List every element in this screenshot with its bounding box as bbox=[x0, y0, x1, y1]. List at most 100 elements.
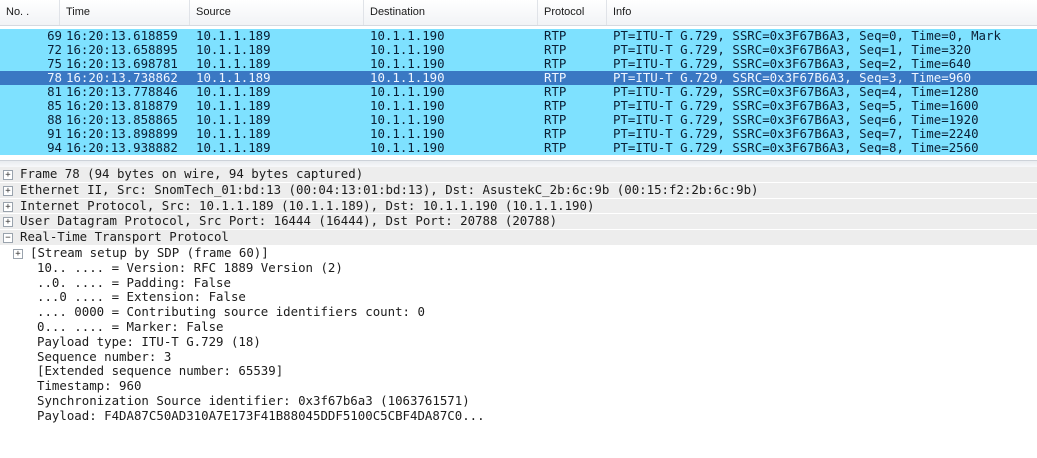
tree-item[interactable]: + Frame 78 (94 bytes on wire, 94 bytes ca… bbox=[0, 166, 1037, 183]
packet-time: 16:20:13.778846 bbox=[66, 84, 178, 99]
packet-row[interactable]: 75 16:20:13.698781 10.1.1.189 10.1.1.190 RTP… bbox=[0, 57, 1037, 71]
packet-row[interactable]: 94 16:20:13.938882 10.1.1.189 10.1.1.190 RTP… bbox=[0, 141, 1037, 155]
tree-item-text: Synchronization Source identifier: 0x3f6… bbox=[37, 392, 470, 408]
packet-source: 10.1.1.189 bbox=[196, 70, 271, 85]
packet-info: PT=ITU-T G.729, SSRC=0x3F67B6A3, Seq=5, … bbox=[613, 98, 979, 113]
packet-destination: 10.1.1.190 bbox=[370, 84, 445, 99]
tree-item[interactable]: − Real-Time Transport Protocol bbox=[0, 229, 1037, 246]
tree-item[interactable]: + User Datagram Protocol, Src Port: 16444… bbox=[0, 213, 1037, 231]
packet-details-tree[interactable]: + Frame 78 (94 bytes on wire, 94 bytes ca… bbox=[0, 166, 1037, 424]
packet-destination: 10.1.1.190 bbox=[370, 70, 445, 85]
column-header-no[interactable]: No. . bbox=[0, 0, 60, 25]
packet-row[interactable]: 85 16:20:13.818879 10.1.1.189 10.1.1.190 RTP… bbox=[0, 99, 1037, 113]
tree-subitem[interactable]: 10.. .... = Version: RFC 1889 Version (2… bbox=[0, 259, 1037, 276]
tree-subitem[interactable]: Payload type: ITU-T G.729 (18) bbox=[0, 333, 1037, 350]
column-header-source[interactable]: Source bbox=[190, 0, 364, 25]
tree-item-text: ...0 .... = Extension: False bbox=[37, 289, 246, 305]
packet-protocol: RTP bbox=[544, 84, 567, 99]
tree-subitem[interactable]: [Extended sequence number: 65539] bbox=[0, 364, 1037, 379]
tree-item-text: Payload: F4DA87C50AD310A7E173F41B88045DD… bbox=[37, 407, 485, 423]
packet-time: 16:20:13.938882 bbox=[66, 140, 178, 155]
packet-time: 16:20:13.618859 bbox=[66, 28, 178, 43]
tree-item-text: .... 0000 = Contributing source identifi… bbox=[37, 304, 425, 320]
column-header-destination[interactable]: Destination bbox=[364, 0, 538, 25]
packet-row[interactable]: 88 16:20:13.858865 10.1.1.189 10.1.1.190 RTP… bbox=[0, 113, 1037, 127]
packet-no: 91 bbox=[47, 126, 62, 141]
column-header-info[interactable]: Info bbox=[607, 0, 1037, 25]
tree-item-text: Ethernet II, Src: SnomTech_01:bd:13 (00:… bbox=[20, 181, 759, 197]
packet-no: 81 bbox=[47, 84, 62, 99]
packet-source: 10.1.1.189 bbox=[196, 84, 271, 99]
tree-item-text: 0... .... = Marker: False bbox=[37, 318, 224, 334]
tree-item-text: User Datagram Protocol, Src Port: 16444 … bbox=[20, 213, 558, 229]
packet-destination: 10.1.1.190 bbox=[370, 126, 445, 141]
tree-subitem[interactable]: ..0. .... = Padding: False bbox=[0, 275, 1037, 291]
tree-item-text: Sequence number: 3 bbox=[37, 348, 172, 364]
plus-icon[interactable]: + bbox=[3, 170, 13, 180]
packet-no: 78 bbox=[47, 70, 62, 85]
plus-icon[interactable]: + bbox=[3, 217, 13, 228]
tree-item-text: Frame 78 (94 bytes on wire, 94 bytes cap… bbox=[20, 166, 364, 181]
packet-row[interactable]: 72 16:20:13.658895 10.1.1.189 10.1.1.190 RTP… bbox=[0, 43, 1037, 57]
tree-item-text: [Extended sequence number: 65539] bbox=[37, 363, 284, 379]
packet-protocol: RTP bbox=[544, 98, 567, 113]
column-header-protocol[interactable]: Protocol bbox=[538, 0, 607, 25]
packet-protocol: RTP bbox=[544, 112, 567, 127]
packet-source: 10.1.1.189 bbox=[196, 42, 271, 57]
packet-source: 10.1.1.189 bbox=[196, 98, 271, 113]
tree-item[interactable]: + Internet Protocol, Src: 10.1.1.189 (10.… bbox=[0, 197, 1037, 215]
packet-no: 72 bbox=[47, 42, 62, 57]
tree-subitem[interactable]: + [Stream setup by SDP (frame 60)] bbox=[0, 244, 1037, 261]
packet-destination: 10.1.1.190 bbox=[370, 42, 445, 57]
tree-item-text: 10.. .... = Version: RFC 1889 Version (2… bbox=[37, 259, 343, 275]
packet-row[interactable]: 69 16:20:13.618859 10.1.1.189 10.1.1.190 RTP… bbox=[0, 29, 1037, 43]
packet-info: PT=ITU-T G.729, SSRC=0x3F67B6A3, Seq=3, … bbox=[613, 70, 972, 85]
packet-source: 10.1.1.189 bbox=[196, 112, 271, 127]
packet-info: PT=ITU-T G.729, SSRC=0x3F67B6A3, Seq=8, … bbox=[613, 140, 979, 155]
tree-subitem[interactable]: .... 0000 = Contributing source identifi… bbox=[0, 304, 1037, 320]
plus-icon[interactable]: + bbox=[3, 185, 13, 196]
tree-item-text: [Stream setup by SDP (frame 60)] bbox=[30, 244, 269, 260]
packet-source: 10.1.1.189 bbox=[196, 28, 271, 43]
packet-info: PT=ITU-T G.729, SSRC=0x3F67B6A3, Seq=7, … bbox=[613, 126, 979, 141]
packet-info: PT=ITU-T G.729, SSRC=0x3F67B6A3, Seq=2, … bbox=[613, 56, 972, 71]
packet-destination: 10.1.1.190 bbox=[370, 112, 445, 127]
packet-destination: 10.1.1.190 bbox=[370, 28, 445, 43]
packet-protocol: RTP bbox=[544, 126, 567, 141]
packet-source: 10.1.1.189 bbox=[196, 140, 271, 155]
packet-destination: 10.1.1.190 bbox=[370, 98, 445, 113]
packet-source: 10.1.1.189 bbox=[196, 56, 271, 71]
column-header-time[interactable]: Time bbox=[60, 0, 190, 25]
packet-row-selected[interactable]: 78 16:20:13.738862 10.1.1.189 10.1.1.190 RTP… bbox=[0, 71, 1037, 85]
packet-info: PT=ITU-T G.729, SSRC=0x3F67B6A3, Seq=1, … bbox=[613, 42, 972, 57]
tree-item-text: Internet Protocol, Src: 10.1.1.189 (10.1… bbox=[20, 197, 595, 213]
packet-protocol: RTP bbox=[544, 140, 567, 155]
packet-no: 69 bbox=[47, 28, 62, 43]
tree-subitem[interactable]: Payload: F4DA87C50AD310A7E173F41B88045DD… bbox=[0, 407, 1037, 424]
tree-subitem[interactable]: Timestamp: 960 bbox=[0, 378, 1037, 394]
plus-icon[interactable]: + bbox=[3, 201, 13, 212]
packet-destination: 10.1.1.190 bbox=[370, 56, 445, 71]
packet-info: PT=ITU-T G.729, SSRC=0x3F67B6A3, Seq=4, … bbox=[613, 84, 979, 99]
tree-subitem[interactable]: ...0 .... = Extension: False bbox=[0, 290, 1037, 305]
tree-item-text: Payload type: ITU-T G.729 (18) bbox=[37, 333, 261, 349]
plus-icon[interactable]: + bbox=[13, 248, 23, 259]
packet-destination: 10.1.1.190 bbox=[370, 140, 445, 155]
packet-rows: 69 16:20:13.618859 10.1.1.189 10.1.1.190 RTP… bbox=[0, 29, 1037, 155]
packet-info: PT=ITU-T G.729, SSRC=0x3F67B6A3, Seq=0, … bbox=[613, 28, 1001, 43]
packet-protocol: RTP bbox=[544, 42, 567, 57]
tree-subitem[interactable]: 0... .... = Marker: False bbox=[0, 318, 1037, 335]
packet-protocol: RTP bbox=[544, 70, 567, 85]
packet-row[interactable]: 91 16:20:13.898899 10.1.1.189 10.1.1.190 RTP… bbox=[0, 127, 1037, 141]
tree-subitem[interactable]: Sequence number: 3 bbox=[0, 348, 1037, 365]
packet-time: 16:20:13.658895 bbox=[66, 42, 178, 57]
tree-item[interactable]: + Ethernet II, Src: SnomTech_01:bd:13 (00… bbox=[0, 181, 1037, 199]
tree-subitem[interactable]: Synchronization Source identifier: 0x3f6… bbox=[0, 392, 1037, 409]
minus-icon[interactable]: − bbox=[3, 233, 13, 244]
packet-time: 16:20:13.738862 bbox=[66, 70, 178, 85]
packet-protocol: RTP bbox=[544, 56, 567, 71]
packet-source: 10.1.1.189 bbox=[196, 126, 271, 141]
packet-list[interactable]: No. . Time Source Destination Protocol I… bbox=[0, 0, 1037, 160]
packet-row[interactable]: 81 16:20:13.778846 10.1.1.189 10.1.1.190 RTP… bbox=[0, 85, 1037, 99]
packet-info: PT=ITU-T G.729, SSRC=0x3F67B6A3, Seq=6, … bbox=[613, 112, 979, 127]
